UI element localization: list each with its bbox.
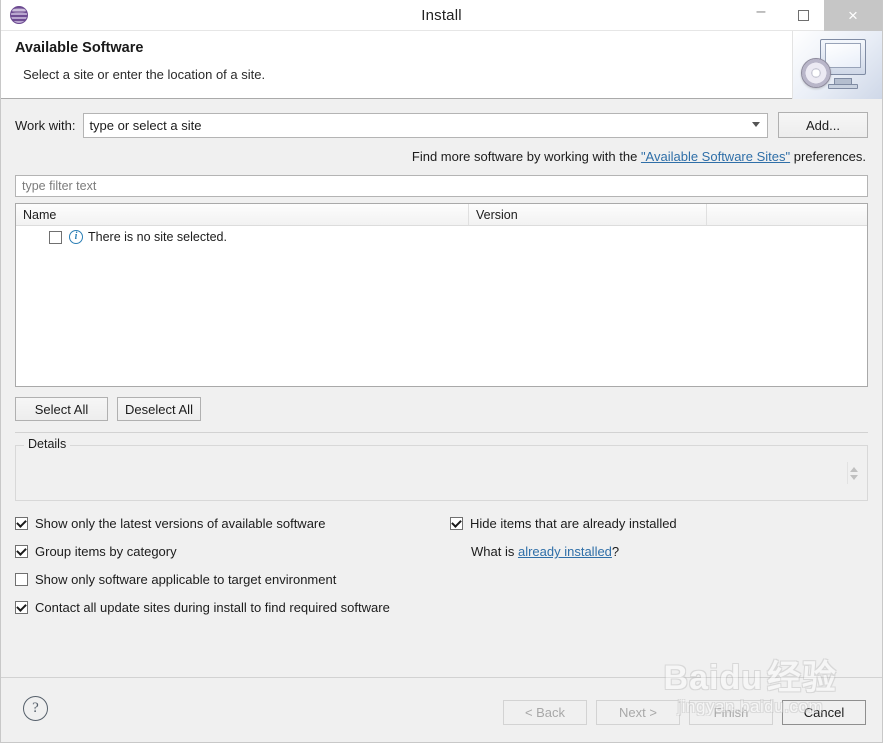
work-with-value: type or select a site	[89, 118, 201, 133]
scroll-down-icon[interactable]	[850, 475, 858, 480]
monitor-with-disc-icon	[792, 31, 882, 99]
options-left-column: Show only the latest versions of availab…	[15, 516, 445, 615]
whatis-suffix: ?	[612, 544, 619, 559]
work-with-label: Work with:	[15, 118, 75, 133]
info-icon: i	[69, 230, 83, 244]
wizard-header: Available Software Select a site or ente…	[1, 31, 882, 99]
checkbox[interactable]	[15, 601, 28, 614]
install-wizard-window: Install – × Available Software Select a …	[0, 0, 883, 743]
details-group: Details	[15, 445, 868, 501]
option-group-by-category[interactable]: Group items by category	[15, 544, 445, 559]
monitor-screen	[825, 43, 861, 68]
already-installed-link[interactable]: already installed	[518, 544, 612, 559]
column-header-version[interactable]: Version	[469, 204, 707, 225]
window-controls: – ×	[740, 0, 882, 31]
details-scroll-spinner[interactable]	[847, 462, 859, 484]
deselect-all-button[interactable]: Deselect All	[117, 397, 201, 421]
column-header-name[interactable]: Name	[16, 204, 469, 225]
option-label: Show only software applicable to target …	[35, 572, 336, 587]
find-more-software-hint: Find more software by working with the "…	[15, 149, 868, 164]
option-show-applicable-only[interactable]: Show only software applicable to target …	[15, 572, 445, 587]
hint-prefix: Find more software by working with the	[412, 149, 641, 164]
option-contact-all-update-sites[interactable]: Contact all update sites during install …	[15, 600, 445, 615]
selection-buttons: Select All Deselect All	[15, 397, 868, 421]
software-table: Name Version i There is no site selected…	[15, 203, 868, 387]
what-is-already-installed: What is already installed?	[471, 544, 677, 559]
monitor-base	[828, 84, 858, 89]
scroll-up-icon[interactable]	[850, 467, 858, 472]
close-button[interactable]: ×	[824, 0, 882, 31]
cancel-button[interactable]: Cancel	[782, 700, 866, 725]
minimize-button[interactable]: –	[740, 0, 782, 31]
work-with-combo[interactable]: type or select a site	[83, 113, 768, 138]
divider	[15, 432, 868, 433]
disc-icon	[801, 58, 831, 88]
option-label: Hide items that are already installed	[470, 516, 677, 531]
option-show-latest-versions[interactable]: Show only the latest versions of availab…	[15, 516, 445, 531]
details-label: Details	[24, 437, 70, 451]
wizard-footer: ? < Back Next > Finish Cancel	[1, 678, 882, 742]
checkbox[interactable]	[15, 545, 28, 558]
table-header: Name Version	[16, 204, 867, 226]
maximize-button[interactable]	[782, 0, 824, 31]
row-name: There is no site selected.	[88, 230, 227, 244]
whatis-prefix: What is	[471, 544, 518, 559]
next-button[interactable]: Next >	[596, 700, 680, 725]
work-with-row: Work with: type or select a site Add...	[15, 112, 868, 138]
eclipse-sphere-icon	[10, 6, 28, 24]
finish-button[interactable]: Finish	[689, 700, 773, 725]
question-mark-icon[interactable]: ?	[23, 696, 48, 721]
option-label: Show only the latest versions of availab…	[35, 516, 326, 531]
back-button[interactable]: < Back	[503, 700, 587, 725]
checkbox[interactable]	[450, 517, 463, 530]
table-body: i There is no site selected.	[16, 226, 867, 386]
select-all-button[interactable]: Select All	[15, 397, 108, 421]
options-right-column: Hide items that are already installed Wh…	[450, 516, 677, 559]
options-area: Show only the latest versions of availab…	[15, 516, 868, 621]
page-subtitle: Select a site or enter the location of a…	[23, 67, 882, 82]
option-label: Contact all update sites during install …	[35, 600, 390, 615]
row-checkbox[interactable]	[49, 231, 62, 244]
filter-input[interactable]: type filter text	[15, 175, 868, 197]
chevron-down-icon[interactable]	[752, 122, 760, 127]
maximize-icon	[798, 10, 809, 21]
option-hide-installed[interactable]: Hide items that are already installed	[450, 516, 677, 531]
page-title: Available Software	[15, 40, 882, 56]
available-software-sites-link[interactable]: "Available Software Sites"	[641, 149, 790, 164]
table-row[interactable]: i There is no site selected.	[16, 226, 867, 248]
window-titlebar: Install – ×	[1, 0, 882, 31]
option-label: Group items by category	[35, 544, 177, 559]
filter-placeholder: type filter text	[22, 179, 96, 193]
checkbox[interactable]	[15, 573, 28, 586]
add-site-button[interactable]: Add...	[778, 112, 868, 138]
navigation-buttons: < Back Next > Finish Cancel	[494, 700, 866, 725]
checkbox[interactable]	[15, 517, 28, 530]
wizard-body: Work with: type or select a site Add... …	[1, 112, 882, 621]
column-header-extra[interactable]	[707, 204, 867, 225]
hint-suffix: preferences.	[790, 149, 866, 164]
